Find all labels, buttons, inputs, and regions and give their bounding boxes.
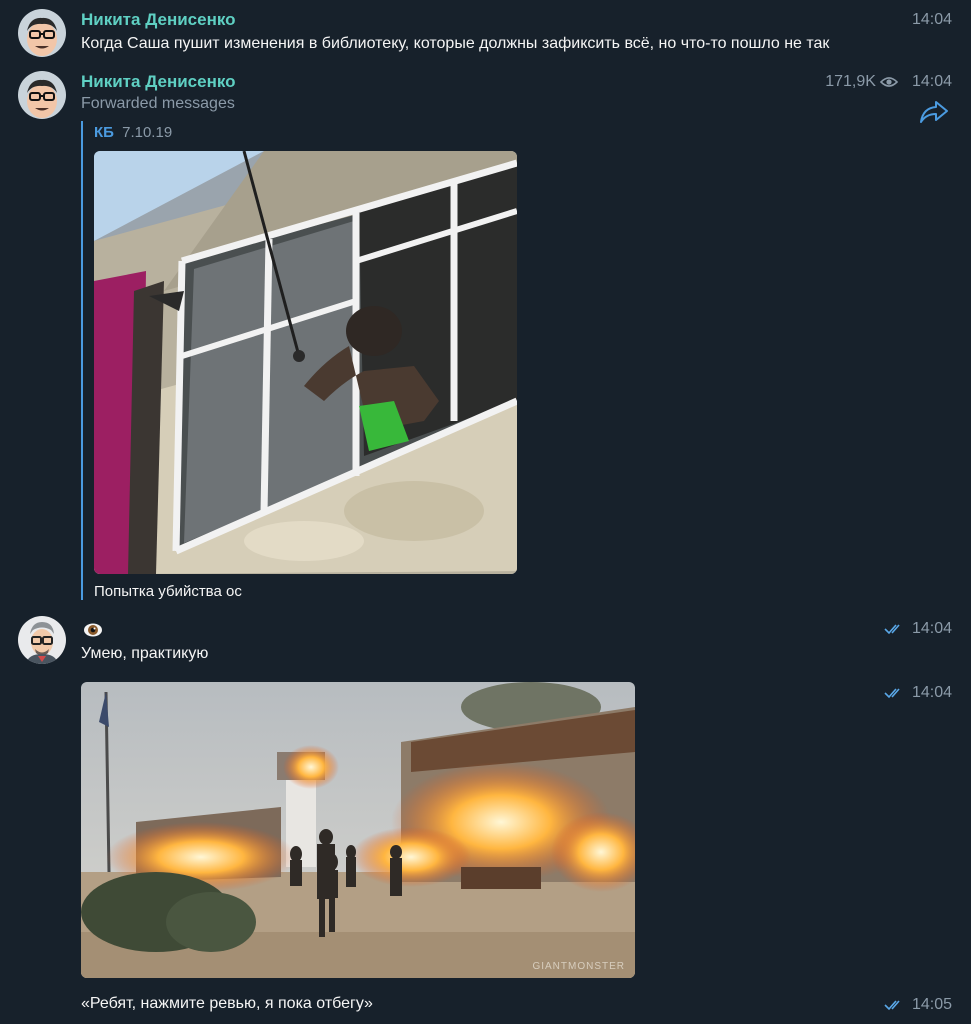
message-meta: 14:04 <box>884 684 952 702</box>
message-time: 14:04 <box>911 11 952 28</box>
forwarded-label: Forwarded messages <box>81 95 235 112</box>
forwarded-video[interactable] <box>94 151 517 574</box>
share-arrow-icon[interactable] <box>919 99 949 125</box>
message-author[interactable]: Никита Денисенко <box>81 72 236 92</box>
message-meta: 14:05 <box>884 996 952 1014</box>
message-time: 14:05 <box>911 996 952 1013</box>
forward-bar <box>81 121 83 600</box>
message-text: «Ребят, нажмите ревью, я пока отбегу» <box>81 995 373 1012</box>
avatar-self[interactable] <box>18 616 66 664</box>
avatar-nikita[interactable] <box>18 9 66 57</box>
message-time: 14:04 <box>911 684 952 701</box>
eye-emoji-icon <box>82 619 104 641</box>
video-watermark: GIANTMONSTER <box>532 961 625 972</box>
forward-source[interactable]: КБ <box>94 124 114 141</box>
views-count: 171,9K <box>825 73 876 90</box>
message-text: Когда Саша пушит изменения в библиотеку,… <box>81 35 830 52</box>
message-meta: 171,9K 14:04 <box>825 73 952 91</box>
eye-icon <box>879 75 899 89</box>
forward-caption: Попытка убийства ос <box>94 583 242 600</box>
message-time: 14:04 <box>911 620 952 637</box>
double-check-icon <box>884 998 904 1012</box>
message-text: Умею, практикую <box>81 645 209 662</box>
forward-date: 7.10.19 <box>122 124 173 141</box>
double-check-icon <box>884 622 904 636</box>
forward-header: КБ 7.10.19 <box>94 124 172 141</box>
explosion-gif[interactable]: GIANTMONSTER <box>81 682 635 978</box>
message-meta: 14:04 <box>884 620 952 638</box>
avatar-nikita[interactable] <box>18 71 66 119</box>
message-time: 14:04 <box>911 73 952 90</box>
double-check-icon <box>884 686 904 700</box>
message-author[interactable]: Никита Денисенко <box>81 10 236 30</box>
